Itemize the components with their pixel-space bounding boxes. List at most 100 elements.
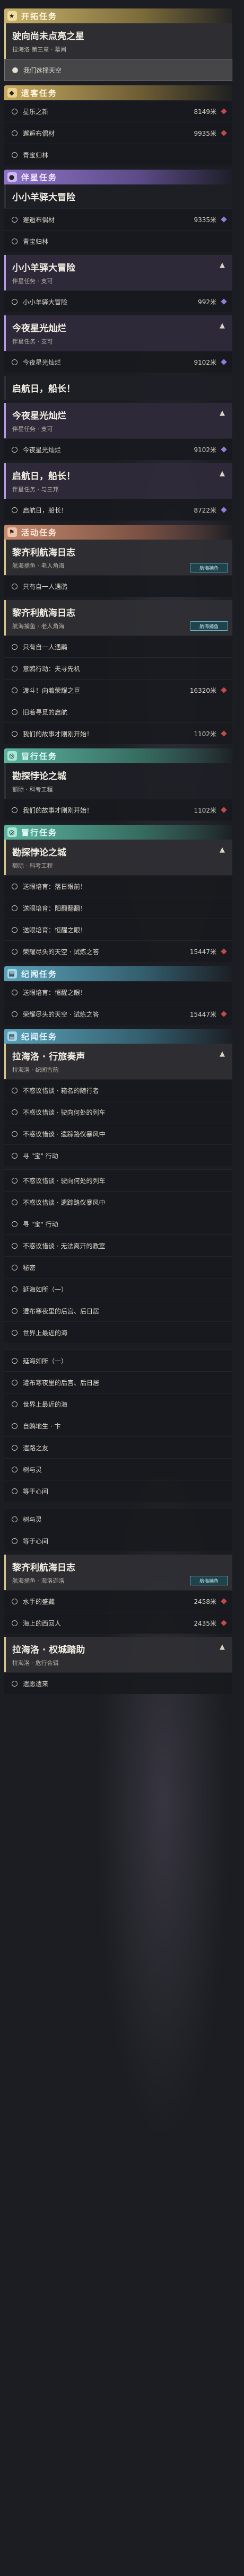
quest-step[interactable]: 不惑议惜谈 · 遗踪路仪暴风中 bbox=[4, 1123, 232, 1144]
quest-step[interactable]: 遭布寒夜里的后宫、后日居 bbox=[4, 1371, 232, 1393]
quest-step[interactable]: 小小羊驿大冒险 992米 bbox=[4, 290, 232, 312]
quest-companion-0[interactable]: 小小羊驿大冒险 bbox=[4, 184, 232, 208]
quest-step[interactable]: 我们的故事才刚刚开始！ 1102米 bbox=[4, 722, 232, 744]
step-radio-icon bbox=[12, 1221, 18, 1227]
section-trailblaze-header[interactable]: ★ 开拓任务 bbox=[4, 8, 232, 23]
section-event-header[interactable]: ⚑ 活动任务 bbox=[4, 525, 232, 540]
quest-companion-2[interactable]: 今夜星光灿烂 伴星任务 · 支可 ▲ bbox=[4, 315, 232, 351]
chevron-up-icon[interactable]: ▲ bbox=[220, 470, 225, 478]
step-label: 荣耀尽头的天空 · 试炼之答 bbox=[23, 948, 99, 956]
quest-step[interactable]: 星乐之新 8149米 bbox=[4, 100, 232, 122]
quest-step[interactable]: 送眼培育：阳翻翻翻！ bbox=[4, 897, 232, 919]
quest-step[interactable]: 意鸥行动：夫寻先机 bbox=[4, 657, 232, 679]
quest-step[interactable]: 今夜星光灿烂 9102米 bbox=[4, 351, 232, 373]
event-badge-button[interactable]: 航海捕鱼 bbox=[190, 621, 228, 631]
quest-step[interactable]: 自鸥地生 · 卞 bbox=[4, 1415, 232, 1436]
flag-icon: ⚑ bbox=[7, 527, 17, 537]
quest-step[interactable]: 树与灵 bbox=[4, 1458, 232, 1480]
quest-subtitle: 拉海洛 第三章 · 幕间 bbox=[12, 46, 66, 53]
section-adventure-header[interactable]: ◎ 冒行任务 bbox=[4, 748, 232, 763]
step-label: 不惑议惜谈 · 遗踪路仪暴风中 bbox=[23, 1130, 106, 1138]
section-chronicle-header[interactable]: ▤ 纪闻任务 bbox=[4, 966, 232, 981]
quest-step[interactable]: 只有自一人遇鹃 bbox=[4, 636, 232, 657]
quest-event-0[interactable]: 黎齐利航海日志 航海捕鱼 · 老人角海 航海捕鱼 bbox=[4, 540, 232, 575]
quest-subtitle: 拉海洛 · 危行合辑 bbox=[12, 1660, 59, 1666]
step-radio-icon bbox=[12, 665, 18, 672]
quest-companion-4[interactable]: 今夜星光灿烂 伴星任务 · 支可 ▲ bbox=[4, 403, 232, 438]
map-pin-icon bbox=[221, 1011, 227, 1017]
quest-step[interactable]: 不惑议惜谈 · 驶向何处的列车 bbox=[4, 1169, 232, 1191]
chevron-up-icon[interactable]: ▲ bbox=[220, 409, 225, 417]
quest-step[interactable]: 我们的故事才刚刚开始！ 1102米 bbox=[4, 799, 232, 821]
quest-step[interactable]: 启航日，船长！ 8722米 bbox=[4, 499, 232, 521]
quest-title: 小小羊驿大冒险 bbox=[12, 192, 75, 203]
quest-companion-3[interactable]: 启航日，船长！ bbox=[4, 376, 232, 400]
quest-step[interactable]: 等于心间 bbox=[4, 1480, 232, 1502]
quest-adventure2-0[interactable]: 勘探悖论之城 额际 · 科考工程 ▲ bbox=[4, 840, 232, 875]
section-chronicle2-header[interactable]: ▤ 纪闻任务 bbox=[4, 1029, 232, 1044]
quest-step[interactable]: 今夜星光灿烂 9102米 bbox=[4, 438, 232, 460]
quest-step[interactable]: 等于心间 bbox=[4, 1530, 232, 1551]
section-adventure2-header[interactable]: ◎ 冒行任务 bbox=[4, 825, 232, 840]
quest-subtitle: 伴星任务 · 支可 bbox=[12, 426, 53, 433]
quest-step[interactable]: 渡斗！向着荣耀之巨 16320米 bbox=[4, 679, 232, 701]
quest-step[interactable]: 不惑议惜谈 · 遗踪路仪暴风中 bbox=[4, 1191, 232, 1213]
quest-step[interactable]: 秘密 bbox=[4, 1256, 232, 1278]
quest-adventure-0[interactable]: 勘探悖论之城 额际 · 科考工程 bbox=[4, 763, 232, 799]
quest-step[interactable]: 遭布寒夜里的后宫、后日居 bbox=[4, 1300, 232, 1321]
quest-step[interactable]: 树与灵 bbox=[4, 1508, 232, 1530]
chevron-up-icon[interactable]: ▲ bbox=[220, 261, 225, 269]
quest-step[interactable]: 寻 "宝" 行动 bbox=[4, 1213, 232, 1234]
section-companion-header[interactable]: ● 伴星任务 bbox=[4, 170, 232, 184]
step-label: 邂逅布偶材 bbox=[23, 129, 55, 137]
chevron-up-icon[interactable]: ▲ bbox=[220, 322, 225, 330]
quest-step[interactable]: 不惑议惜谈 · 箱名的随行者 bbox=[4, 1079, 232, 1101]
quest-step[interactable]: 水手的盛藏 2458米 bbox=[4, 1590, 232, 1612]
chevron-up-icon[interactable]: ▲ bbox=[220, 1050, 225, 1058]
quest-step[interactable]: 荣耀尽头的天空 · 试炼之答 15447米 bbox=[4, 1003, 232, 1025]
quest-step[interactable]: 遗路之友 bbox=[4, 1436, 232, 1458]
quest-chronicle2-0[interactable]: 拉海洛 · 行旅奏声 拉海洛 · 纪闻古韵 ▲ bbox=[4, 1044, 232, 1079]
quest-step[interactable]: 邂逅布偶材 9335米 bbox=[4, 208, 232, 230]
section-daily-header[interactable]: ◆ 遗客任务 bbox=[4, 85, 232, 100]
quest-step[interactable]: 寻 "宝" 行动 bbox=[4, 1144, 232, 1166]
quest-step[interactable]: 不惑议惜谈 · 无法离开的教室 bbox=[4, 1234, 232, 1256]
event-badge-button[interactable]: 航海捕鱼 bbox=[190, 563, 228, 572]
quest-step[interactable]: 荣耀尽头的天空 · 试炼之答 15447米 bbox=[4, 940, 232, 962]
quest-step[interactable]: 世界上最近的海 bbox=[4, 1393, 232, 1415]
quest-step[interactable]: 送眼培育：恒醒之眼！ bbox=[4, 919, 232, 940]
quest-trailblaze[interactable]: 驶向尚未点亮之星 拉海洛 第三章 · 幕间 bbox=[4, 23, 232, 59]
star-icon: ★ bbox=[7, 11, 17, 21]
quest-subtitle: 额际 · 科考工程 bbox=[12, 786, 53, 793]
step-radio-icon bbox=[12, 1466, 18, 1472]
step-radio-icon bbox=[12, 1357, 18, 1364]
quest-companion-1[interactable]: 小小羊驿大冒险 伴星任务 · 支可 ▲ bbox=[4, 255, 232, 290]
quest-subtitle: 伴星任务 · 支可 bbox=[12, 338, 53, 345]
quest-step[interactable]: 青宝归林 bbox=[4, 230, 232, 252]
step-radio-icon bbox=[12, 730, 18, 737]
quest-step[interactable]: 我们选择天空 bbox=[4, 59, 232, 81]
step-radio-icon bbox=[12, 298, 18, 305]
quest-step[interactable]: 延海如所（一） bbox=[4, 1349, 232, 1371]
quest-step[interactable]: 只有自一人遇鹃 bbox=[4, 575, 232, 597]
quest-step[interactable]: 送眼培育：落日眼前！ bbox=[4, 875, 232, 897]
quest-final-event[interactable]: 黎齐利航海日志 航海捕鱼 · 海洛迦洛 航海捕鱼 bbox=[4, 1555, 232, 1590]
quest-step[interactable]: 遗愿遗来 bbox=[4, 1672, 232, 1694]
quest-step[interactable]: 海上的西回人 2435米 bbox=[4, 1612, 232, 1634]
quest-step[interactable]: 邂逅布偶材 9935米 bbox=[4, 122, 232, 144]
chevron-up-icon[interactable]: ▲ bbox=[220, 1643, 225, 1651]
quest-event-1[interactable]: 黎齐利航海日志 航海捕鱼 · 老人角海 航海捕鱼 bbox=[4, 600, 232, 636]
event-badge-button[interactable]: 航海捕鱼 bbox=[190, 1576, 228, 1585]
chevron-up-icon[interactable]: ▲ bbox=[220, 846, 225, 854]
quest-step[interactable]: 延海如所（一） bbox=[4, 1278, 232, 1300]
step-distance: 992米 bbox=[198, 298, 216, 306]
quest-final[interactable]: 拉海洛 · 权城踏助 拉海洛 · 危行合辑 ▲ bbox=[4, 1637, 232, 1672]
quest-step[interactable]: 送眼培育：恒醒之眼！ bbox=[4, 981, 232, 1003]
map-pin-icon bbox=[221, 1620, 227, 1626]
step-label: 小小羊驿大冒险 bbox=[23, 298, 68, 306]
quest-step[interactable]: 旧着寻觅的启航 bbox=[4, 701, 232, 722]
quest-step[interactable]: 世界上最近的海 bbox=[4, 1321, 232, 1343]
quest-step[interactable]: 青宝归林 bbox=[4, 144, 232, 165]
quest-companion-5[interactable]: 启航日，船长！ 伴星任务 · 与三邦 ▲ bbox=[4, 463, 232, 499]
quest-step[interactable]: 不惑议惜谈 · 驶向何处的列车 bbox=[4, 1101, 232, 1123]
